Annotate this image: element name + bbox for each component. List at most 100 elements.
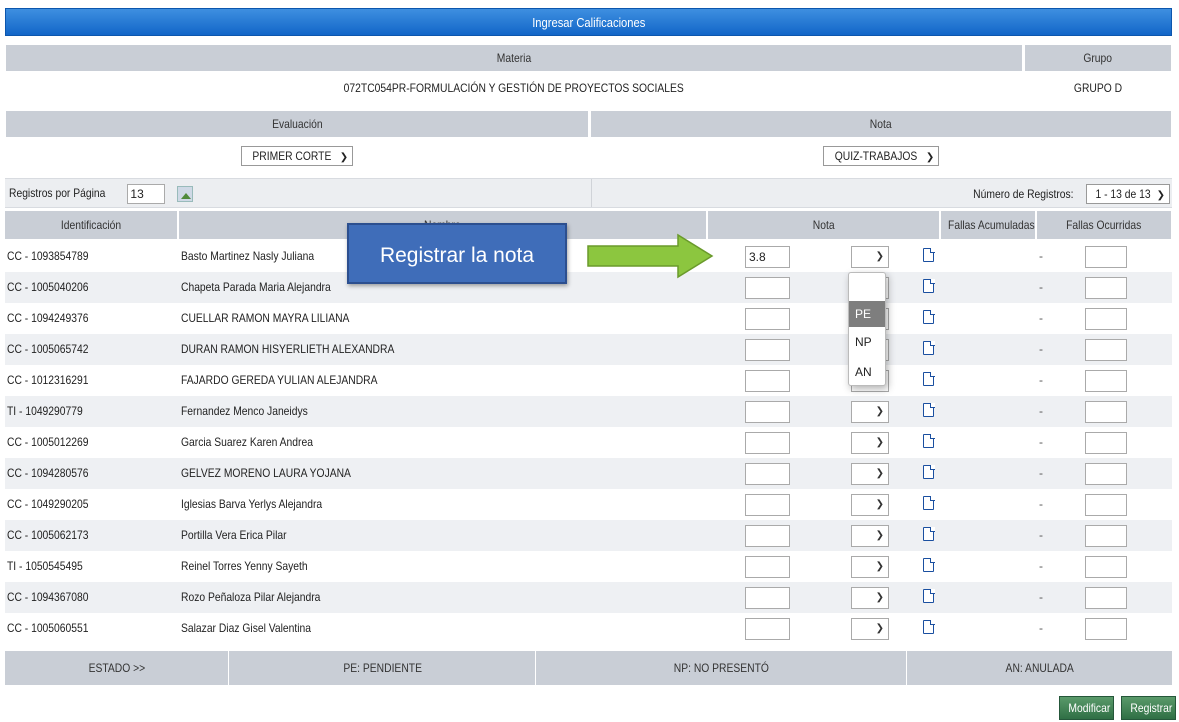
grupo-header-label: Grupo: [1083, 51, 1113, 65]
col-header-fallas-acumuladas: Fallas Acumuladas: [941, 211, 1036, 239]
nota-input[interactable]: [745, 463, 790, 485]
dropdown-option-np[interactable]: NP: [849, 329, 885, 355]
document-icon[interactable]: [923, 557, 935, 572]
nota-input[interactable]: [745, 432, 790, 454]
table-row: CC - 1049290205 Iglesias Barva Yerlys Al…: [5, 489, 1172, 520]
estado-select[interactable]: ❯: [851, 618, 889, 640]
image-icon[interactable]: [176, 186, 193, 202]
fallas-ocurridas-input[interactable]: [1085, 525, 1127, 547]
nota-input[interactable]: [745, 370, 790, 392]
nota-tipo-select[interactable]: QUIZ-TRABAJOS ❯: [822, 146, 940, 166]
nota-input[interactable]: [745, 494, 790, 516]
student-name: Iglesias Barva Yerlys Alejandra: [181, 497, 323, 511]
fallas-ocurridas-input[interactable]: [1085, 463, 1127, 485]
records-count-selected: 1 - 13 de 13: [1095, 187, 1151, 201]
fallas-acumuladas: -: [1039, 342, 1043, 356]
chevron-down-icon: ❯: [875, 561, 884, 572]
document-icon[interactable]: [923, 495, 935, 510]
modificar-button[interactable]: Modificar: [1059, 696, 1114, 720]
records-count-select[interactable]: 1 - 13 de 13 ❯: [1085, 184, 1170, 204]
fallas-ocurridas-input[interactable]: [1085, 339, 1127, 361]
student-name: Salazar Diaz Gisel Valentina: [181, 621, 312, 635]
nota-input[interactable]: [745, 277, 790, 299]
fallas-acumuladas: -: [1039, 559, 1043, 573]
estado-select[interactable]: ❯: [851, 587, 889, 609]
table-row: TI - 1049290779 Fernandez Menco Janeidys…: [5, 396, 1172, 427]
dropdown-option-an[interactable]: AN: [849, 359, 885, 385]
student-name: Fernandez Menco Janeidys: [181, 404, 308, 418]
document-icon[interactable]: [923, 309, 935, 324]
fallas-ocurridas-input[interactable]: [1085, 587, 1127, 609]
document-icon[interactable]: [923, 433, 935, 448]
records-per-page-input[interactable]: 13: [127, 184, 166, 204]
fallas-ocurridas-input[interactable]: [1085, 308, 1127, 330]
fallas-acumuladas: -: [1039, 311, 1043, 325]
estado-select[interactable]: ❯: [851, 494, 889, 516]
document-icon[interactable]: [923, 464, 935, 479]
student-id: CC - 1093854789: [7, 249, 89, 263]
fallas-ocurridas-input[interactable]: [1085, 277, 1127, 299]
student-name: Basto Martinez Nasly Juliana: [181, 249, 315, 263]
estado-select[interactable]: ❯: [851, 463, 889, 485]
evaluacion-cell: PRIMER CORTE ❯: [5, 142, 589, 170]
document-icon[interactable]: [923, 402, 935, 417]
nota-tipo-header: Nota: [590, 110, 1172, 138]
student-id: TI - 1050545495: [7, 559, 83, 573]
registrar-button[interactable]: Registrar: [1121, 696, 1176, 720]
fallas-ocurridas-input[interactable]: [1085, 618, 1127, 640]
fallas-ocurridas-input[interactable]: [1085, 432, 1127, 454]
chevron-down-icon: ❯: [875, 251, 884, 262]
evaluacion-header-label: Evaluación: [271, 117, 323, 131]
chevron-down-icon: ❯: [875, 530, 884, 541]
document-icon[interactable]: [923, 247, 935, 262]
records-bar: Registros por Página 13 Número de Regist…: [5, 178, 1172, 208]
student-name: FAJARDO GEREDA YULIAN ALEJANDRA: [181, 373, 378, 387]
estado-select[interactable]: ❯: [851, 246, 889, 268]
nota-input[interactable]: [745, 618, 790, 640]
document-icon[interactable]: [923, 371, 935, 386]
document-icon[interactable]: [923, 588, 935, 603]
chevron-down-icon: ❯: [875, 592, 884, 603]
dropdown-option-pe[interactable]: PE: [849, 301, 885, 327]
callout-box: Registrar la nota: [347, 223, 567, 284]
student-name: Reinel Torres Yenny Sayeth: [181, 559, 308, 573]
nota-input[interactable]: [745, 339, 790, 361]
legend-estado-text: ESTADO >>: [88, 661, 145, 675]
student-id: CC - 1094367080: [7, 590, 89, 604]
fallas-ocurridas-input[interactable]: [1085, 494, 1127, 516]
estado-select[interactable]: ❯: [851, 432, 889, 454]
legend-an-text: AN: ANULADA: [1005, 661, 1075, 675]
nota-input[interactable]: [745, 587, 790, 609]
student-name: GELVEZ MORENO LAURA YOJANA: [181, 466, 351, 480]
fallas-ocurridas-input[interactable]: [1085, 556, 1127, 578]
student-id: CC - 1049290205: [7, 497, 89, 511]
fallas-acumuladas: -: [1039, 497, 1043, 511]
chevron-down-icon: ❯: [875, 468, 884, 479]
records-count-label: Número de Registros:: [973, 187, 1075, 201]
nota-input[interactable]: [745, 525, 790, 547]
document-icon[interactable]: [923, 619, 935, 634]
nota-input[interactable]: [745, 308, 790, 330]
nota-input[interactable]: [745, 556, 790, 578]
nota-input[interactable]: [745, 401, 790, 423]
fallas-acumuladas: -: [1039, 621, 1043, 635]
fallas-acumuladas: -: [1039, 404, 1043, 418]
document-icon[interactable]: [923, 278, 935, 293]
evaluacion-select[interactable]: PRIMER CORTE ❯: [240, 146, 354, 166]
fallas-ocurridas-input[interactable]: [1085, 370, 1127, 392]
document-icon[interactable]: [923, 526, 935, 541]
table-row: CC - 1005060551 Salazar Diaz Gisel Valen…: [5, 613, 1172, 644]
estado-select[interactable]: ❯: [851, 556, 889, 578]
materia-header: Materia: [5, 44, 1023, 72]
student-id: CC - 1012316291: [7, 373, 89, 387]
nota-input[interactable]: 3.8: [745, 246, 790, 268]
document-icon[interactable]: [923, 340, 935, 355]
student-name: Chapeta Parada Maria Alejandra: [181, 280, 331, 294]
dropdown-option-empty[interactable]: [849, 275, 885, 301]
page-title: Ingresar Calificaciones: [5, 8, 1172, 36]
fallas-ocurridas-input[interactable]: [1085, 401, 1127, 423]
estado-select[interactable]: ❯: [851, 525, 889, 547]
fallas-ocurridas-input[interactable]: [1085, 246, 1127, 268]
legend-pe: PE: PENDIENTE: [230, 651, 536, 685]
estado-select[interactable]: ❯: [851, 401, 889, 423]
